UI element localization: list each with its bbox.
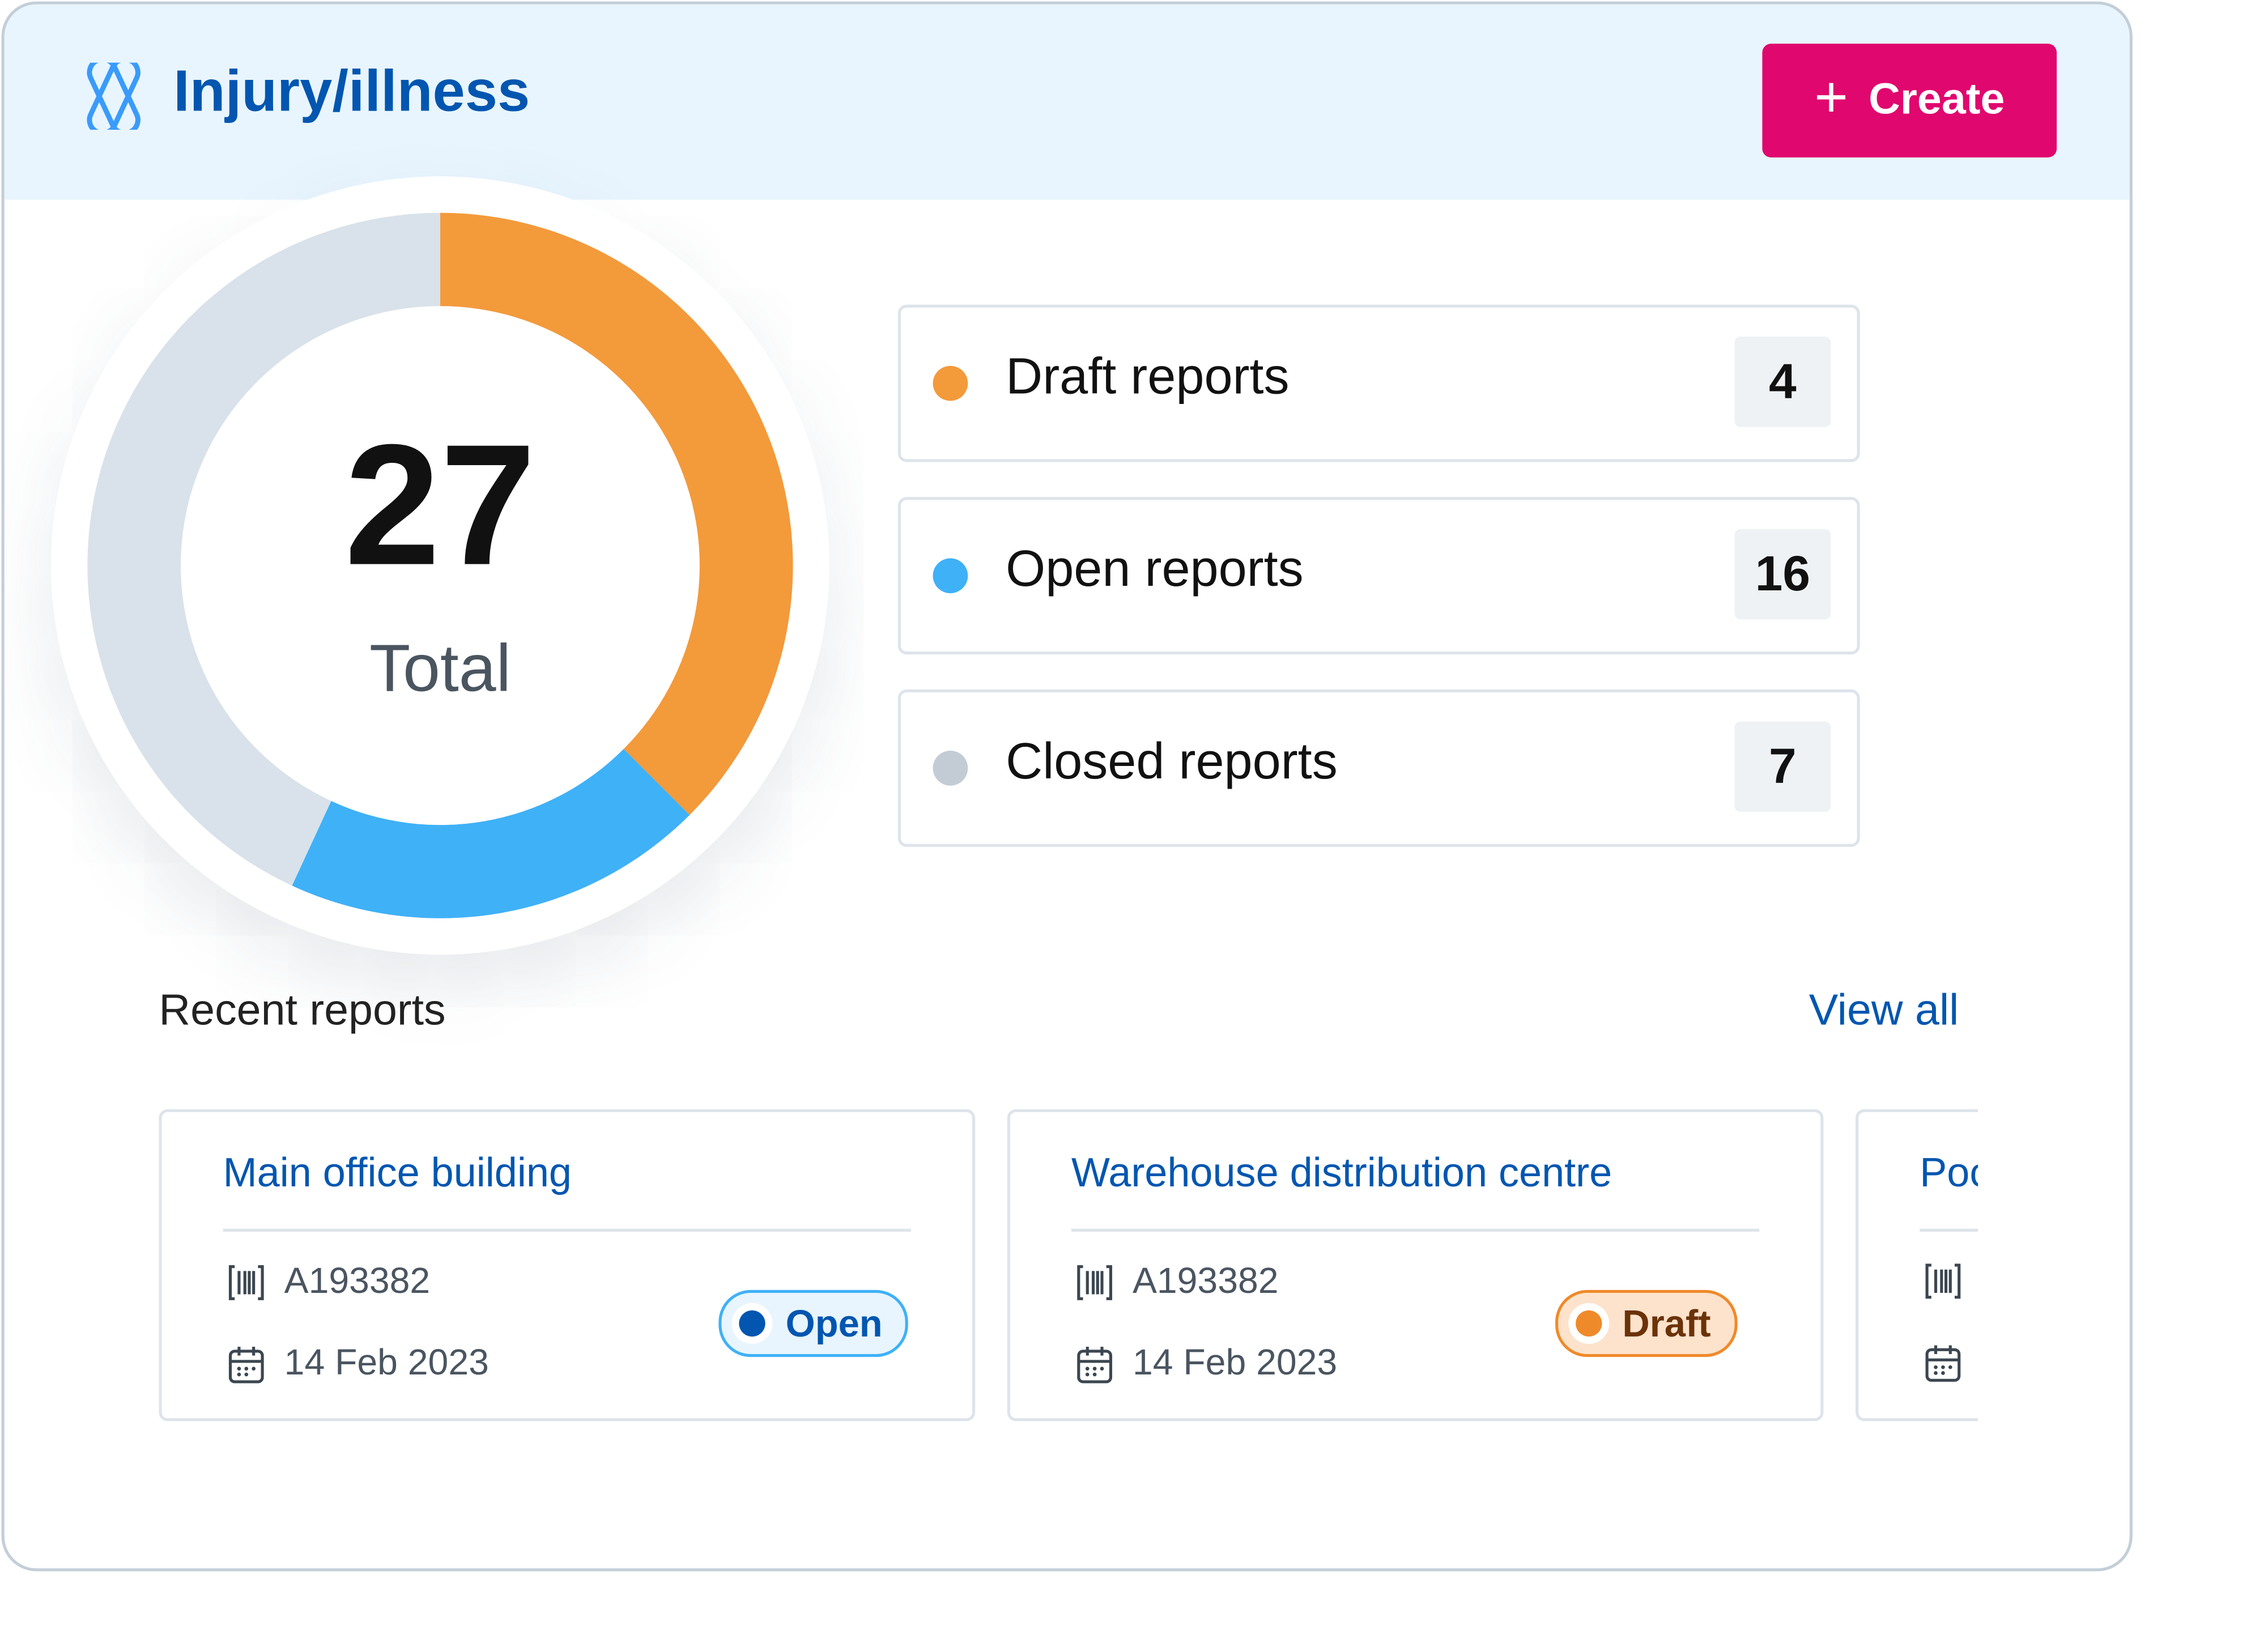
- closed-dot-icon: [933, 750, 968, 786]
- recent-reports-carousel: Main office building A193382 14 Feb 2023…: [159, 1109, 1978, 1424]
- stat-label: Draft reports: [1006, 348, 1290, 406]
- total-label: Total: [369, 629, 511, 706]
- stat-closed-reports[interactable]: Closed reports 7: [897, 689, 1860, 847]
- stat-count: 7: [1734, 721, 1831, 812]
- report-name[interactable]: Poc: [1920, 1150, 1978, 1197]
- report-date: 14 Feb 2023: [226, 1342, 489, 1385]
- status-text: Open: [785, 1301, 883, 1345]
- calendar-icon: [228, 1346, 264, 1383]
- stat-count: 16: [1734, 529, 1831, 620]
- divider: [223, 1228, 911, 1232]
- barcode-icon: [1077, 1264, 1112, 1300]
- stage: Injury/illness + Create 27 Total Draft r…: [0, 0, 2268, 1642]
- view-all-link[interactable]: View all: [1809, 987, 1959, 1036]
- stat-label: Open reports: [1006, 540, 1304, 598]
- report-card[interactable]: Warehouse distribution centre A193382 14…: [1007, 1109, 1824, 1421]
- divider: [1920, 1228, 1978, 1232]
- report-date-text: 14 Feb 2023: [1132, 1342, 1338, 1384]
- status-badge: Open: [718, 1289, 909, 1357]
- create-button[interactable]: + Create: [1762, 44, 2057, 158]
- widget-header: Injury/illness + Create: [4, 4, 2130, 200]
- stat-label: Closed reports: [1006, 733, 1338, 790]
- bandage-icon: [87, 62, 141, 130]
- recent-reports-heading: Recent reports: [159, 986, 446, 1035]
- barcode-icon: [1925, 1263, 1961, 1299]
- open-dot-icon: [933, 558, 968, 594]
- report-id: [1922, 1261, 1963, 1301]
- report-date: [1922, 1342, 1963, 1383]
- report-date: 14 Feb 2023: [1074, 1342, 1337, 1385]
- barcode-icon: [228, 1264, 264, 1300]
- stat-draft-reports[interactable]: Draft reports 4: [897, 304, 1860, 462]
- status-text: Draft: [1622, 1301, 1711, 1345]
- donut-segment-open-reports: [292, 749, 690, 918]
- create-label: Create: [1869, 75, 2005, 124]
- status-badge: Draft: [1555, 1289, 1737, 1357]
- status-dot-icon: [739, 1310, 765, 1337]
- status-dot-icon: [1576, 1310, 1602, 1337]
- stat-open-reports[interactable]: Open reports 16: [897, 497, 1860, 655]
- stat-count: 4: [1734, 337, 1831, 427]
- report-card[interactable]: Poc: [1856, 1109, 1978, 1421]
- divider: [1071, 1228, 1760, 1232]
- draft-dot-icon: [933, 365, 968, 401]
- report-name[interactable]: Warehouse distribution centre: [1071, 1150, 1612, 1197]
- report-id: A193382: [1074, 1261, 1279, 1303]
- page-title: Injury/illness: [173, 59, 530, 124]
- total-count: 27: [344, 409, 536, 602]
- report-date-text: 14 Feb 2023: [284, 1342, 489, 1384]
- report-name[interactable]: Main office building: [223, 1150, 572, 1197]
- report-id-text: A193382: [1132, 1261, 1279, 1302]
- report-card[interactable]: Main office building A193382 14 Feb 2023…: [159, 1109, 976, 1421]
- calendar-icon: [1077, 1346, 1112, 1383]
- report-id-text: A193382: [284, 1261, 431, 1302]
- report-id: A193382: [226, 1261, 430, 1303]
- plus-icon: +: [1814, 65, 1849, 130]
- calendar-icon: [1925, 1345, 1961, 1382]
- injury-illness-widget: Injury/illness + Create 27 Total Draft r…: [1, 1, 2133, 1572]
